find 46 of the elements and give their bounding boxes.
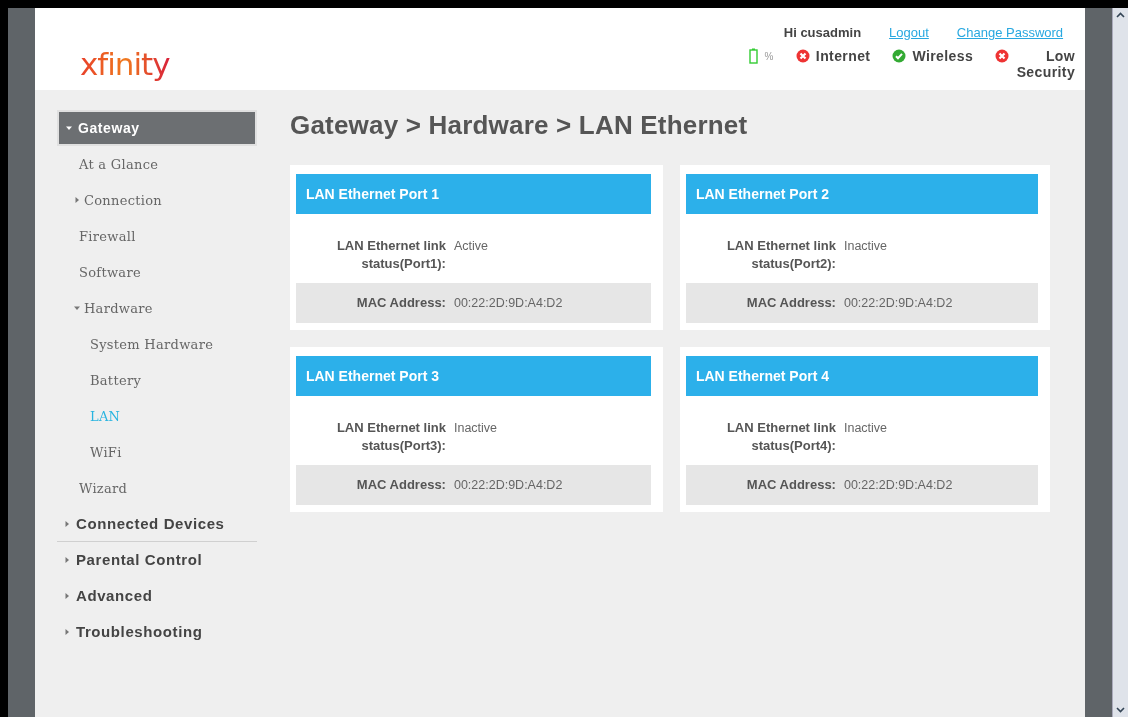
- nav-section[interactable]: Connected Devices: [56, 506, 257, 542]
- header-link[interactable]: Change Password: [956, 25, 1064, 40]
- nav-item[interactable]: Firewall: [56, 218, 257, 254]
- nav-item[interactable]: Software: [56, 254, 257, 290]
- nav-item[interactable]: Hardware: [56, 290, 257, 326]
- field-value: Inactive: [843, 238, 889, 255]
- status-label: Internet: [815, 48, 871, 64]
- field-value: Inactive: [453, 420, 499, 437]
- nav-item[interactable]: Connection: [56, 182, 257, 218]
- scroll-down-icon[interactable]: [1116, 707, 1125, 713]
- field-label: MAC Address:: [745, 476, 836, 494]
- page-title: Gateway > Hardware > LAN Ethernet: [289, 110, 749, 141]
- nav-item[interactable]: Wizard: [56, 470, 257, 506]
- field-label: LAN Ethernet link status(Port3):: [335, 419, 446, 455]
- scrollbar[interactable]: [1112, 8, 1128, 717]
- nav-section[interactable]: Gateway: [56, 110, 257, 146]
- field-label: LAN Ethernet link status(Port4):: [725, 419, 836, 455]
- nav-item[interactable]: WiFi: [56, 434, 257, 470]
- nav-section[interactable]: Advanced: [56, 578, 257, 614]
- field-label: LAN Ethernet link status(Port2):: [725, 237, 836, 273]
- field-label: LAN Ethernet link status(Port1):: [335, 237, 446, 273]
- battery-percent: %: [764, 50, 774, 62]
- nav-item[interactable]: System Hardware: [56, 326, 257, 362]
- nav-item[interactable]: At a Glance: [56, 146, 257, 182]
- nav-item[interactable]: Battery: [56, 362, 257, 398]
- card-header: LAN Ethernet Port 4: [685, 356, 1038, 396]
- field-label: MAC Address:: [745, 294, 836, 312]
- card-header: LAN Ethernet Port 3: [295, 356, 651, 396]
- battery-icon: [748, 48, 758, 64]
- field-value: Active: [453, 238, 489, 255]
- header-link[interactable]: Logout: [889, 25, 929, 40]
- greeting-text: Hi cusadmin: [783, 25, 862, 40]
- field-value: 00:22:2D:9D:A4:D2: [453, 295, 564, 312]
- field-label: MAC Address:: [355, 294, 446, 312]
- card-header: LAN Ethernet Port 1: [295, 174, 651, 214]
- field-value: 00:22:2D:9D:A4:D2: [453, 477, 564, 494]
- status-label: Low Security: [1015, 48, 1076, 80]
- field-value: 00:22:2D:9D:A4:D2: [843, 295, 954, 312]
- field-value: Inactive: [843, 420, 889, 437]
- scroll-up-icon[interactable]: [1116, 12, 1125, 18]
- card-header: LAN Ethernet Port 2: [685, 174, 1038, 214]
- nav-section[interactable]: Parental Control: [56, 542, 257, 578]
- field-label: MAC Address:: [355, 476, 446, 494]
- status-label: Wireless: [912, 48, 974, 64]
- nav-section[interactable]: Troubleshooting: [56, 614, 257, 650]
- field-value: 00:22:2D:9D:A4:D2: [843, 477, 954, 494]
